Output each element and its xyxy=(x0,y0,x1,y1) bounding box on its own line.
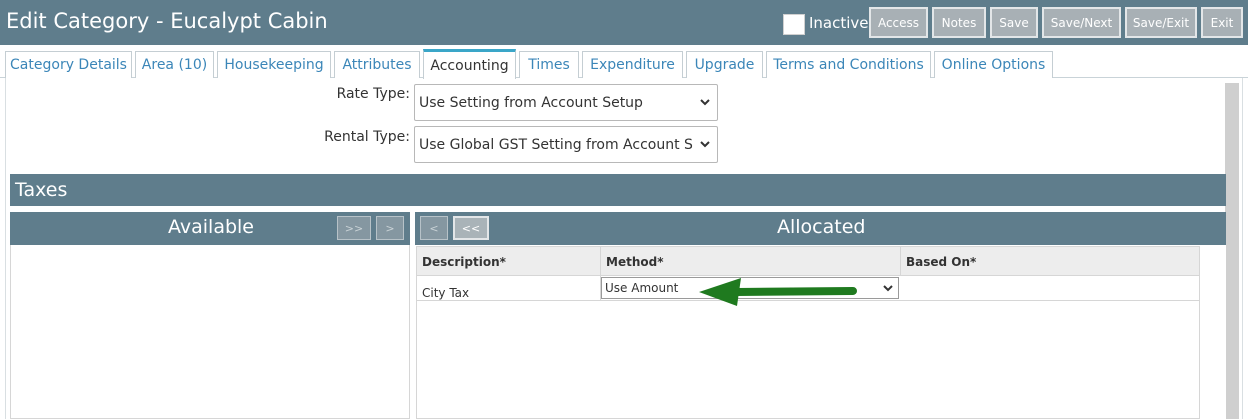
tab-accounting[interactable]: Accounting xyxy=(423,49,516,79)
tab-terms-and-conditions[interactable]: Terms and Conditions xyxy=(766,51,931,78)
allocated-grid: Description* Method* Based On* City Tax … xyxy=(416,246,1200,419)
move-one-right-button[interactable]: > xyxy=(376,216,404,240)
access-button[interactable]: Access xyxy=(869,7,928,38)
tab-online-options[interactable]: Online Options xyxy=(934,51,1053,78)
exit-button[interactable]: Exit xyxy=(1201,7,1243,38)
tab-expenditure[interactable]: Expenditure xyxy=(582,51,683,78)
inactive-label: Inactive xyxy=(809,14,869,32)
column-header-based-on[interactable]: Based On* xyxy=(901,247,1199,276)
save-exit-button[interactable]: Save/Exit xyxy=(1125,7,1197,38)
vertical-scrollbar[interactable] xyxy=(1225,83,1239,419)
header-bar: Edit Category - Eucalypt Cabin Inactive … xyxy=(0,0,1248,45)
rental-type-value: Use Global GST Setting from Account Setu… xyxy=(419,136,693,153)
move-all-right-button[interactable]: >> xyxy=(337,216,371,240)
rate-type-value: Use Setting from Account Setup xyxy=(419,94,643,111)
taxes-section-header: Taxes xyxy=(10,174,1226,206)
tab-upgrade[interactable]: Upgrade xyxy=(686,51,763,78)
inactive-checkbox[interactable] xyxy=(783,14,805,35)
green-arrow-annotation-icon xyxy=(699,278,857,306)
allocated-panel-header: < << Allocated xyxy=(415,212,1226,245)
move-all-left-button[interactable]: << xyxy=(453,216,489,240)
tab-attributes[interactable]: Attributes xyxy=(334,51,420,78)
tab-housekeeping[interactable]: Housekeeping xyxy=(217,51,331,78)
save-button[interactable]: Save xyxy=(990,7,1038,38)
rate-type-select[interactable]: Use Setting from Account Setup xyxy=(414,84,718,121)
allocated-title: Allocated xyxy=(777,216,866,238)
taxes-section-title: Taxes xyxy=(15,179,68,201)
available-list[interactable] xyxy=(10,245,410,419)
chevron-down-icon xyxy=(693,99,717,106)
available-title: Available xyxy=(168,216,255,238)
tab-times[interactable]: Times xyxy=(519,51,579,78)
notes-button[interactable]: Notes xyxy=(932,7,986,38)
available-panel-header: Available >> > xyxy=(10,212,410,245)
tab-category-details[interactable]: Category Details xyxy=(5,51,132,78)
grid-header: Description* Method* Based On* xyxy=(417,247,1199,276)
page-title: Edit Category - Eucalypt Cabin xyxy=(6,9,328,33)
rental-type-select[interactable]: Use Global GST Setting from Account Setu… xyxy=(414,126,718,163)
column-header-description[interactable]: Description* xyxy=(417,247,601,276)
rate-type-label: Rate Type: xyxy=(336,86,410,102)
chevron-down-icon xyxy=(693,141,717,148)
chevron-down-icon xyxy=(878,284,898,292)
row-description: City Tax xyxy=(417,276,601,301)
tab-area[interactable]: Area (10) xyxy=(135,51,214,78)
move-one-left-button[interactable]: < xyxy=(420,216,448,240)
row-based-on[interactable] xyxy=(901,276,1199,301)
save-next-button[interactable]: Save/Next xyxy=(1042,7,1121,38)
column-header-method[interactable]: Method* xyxy=(601,247,901,276)
rental-type-label: Rental Type: xyxy=(324,129,410,145)
